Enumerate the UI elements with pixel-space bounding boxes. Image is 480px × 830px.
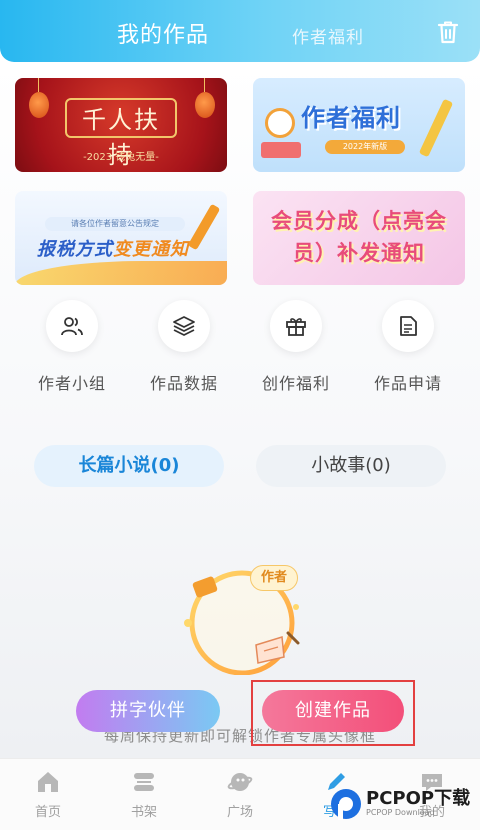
quick-work-application[interactable]: 作品申请 (368, 300, 448, 393)
nav-bookshelf[interactable]: 书架 (96, 759, 192, 830)
lantern-string (204, 78, 205, 92)
banner-title: 会员分成（点亮会 员）补发通知 (253, 205, 465, 269)
quick-creation-welfare[interactable]: 创作福利 (256, 300, 336, 393)
icon-circle (270, 300, 322, 352)
segment-short-story[interactable]: 小故事(0) (256, 445, 446, 487)
document-icon (400, 316, 417, 336)
nav-label: 首页 (34, 805, 61, 820)
lantern-string (38, 78, 39, 92)
author-badge: 作者 (250, 565, 298, 591)
pencil-icon (418, 98, 454, 158)
nav-label: 书架 (130, 805, 157, 820)
lantern-icon (29, 92, 49, 118)
nav-home[interactable]: 首页 (0, 759, 96, 830)
books-icon (261, 142, 301, 158)
banner-caption: 请各位作者留意公告规定 (45, 217, 185, 231)
quick-label: 创作福利 (261, 374, 330, 393)
banner-title-main: 报税方式 (37, 239, 113, 260)
planet-icon (227, 773, 253, 791)
tab-my-works[interactable]: 我的作品 (117, 17, 209, 49)
layers-icon (173, 316, 195, 336)
watermark-logo (331, 789, 361, 820)
lantern-icon (195, 92, 215, 118)
nav-label: 广场 (226, 805, 253, 820)
icon-circle (382, 300, 434, 352)
pen-icon (187, 203, 221, 251)
home-icon (38, 772, 58, 792)
icon-circle (46, 300, 98, 352)
banner-subtitle: -2023 钱兔无量- (83, 152, 159, 163)
highlight-box (251, 680, 415, 746)
banner-author-welfare[interactable]: 作者福利 2022年新版 (253, 78, 465, 172)
quick-work-data[interactable]: 作品数据 (144, 300, 224, 393)
tab-author-welfare[interactable]: 作者福利 (292, 23, 364, 48)
quick-label: 作品申请 (373, 374, 442, 393)
bookshelf-icon (134, 773, 154, 791)
watermark: PCPOP下载 PCPOP Download (330, 784, 478, 828)
banner-tag: 2022年新版 (325, 140, 405, 154)
banner-title-line1: 会员分成（点亮会 (271, 209, 447, 233)
segment-long-novel[interactable]: 长篇小说(0) (34, 445, 224, 487)
banner-title-line2: 员）补发通知 (293, 241, 425, 265)
trash-icon[interactable] (437, 20, 459, 44)
nav-plaza[interactable]: 广场 (192, 759, 288, 830)
quick-label: 作品数据 (149, 374, 218, 393)
writing-partner-button[interactable]: 拼字伙伴 (76, 690, 220, 732)
icon-circle (158, 300, 210, 352)
gift-icon (286, 318, 306, 336)
banner-title: 报税方式变更通知 (37, 235, 189, 261)
users-icon (61, 317, 83, 336)
decorative-swoosh (15, 261, 227, 285)
clock-icon (265, 108, 295, 138)
quick-label: 作者小组 (37, 374, 106, 393)
banner-member-share-notice[interactable]: 会员分成（点亮会 员）补发通知 (253, 191, 465, 285)
banner-title: 作者福利 (301, 104, 401, 132)
banner-title-accent: 变更通知 (113, 239, 189, 260)
watermark-subtext: PCPOP Download (366, 808, 435, 817)
banner-tax-notice[interactable]: 请各位作者留意公告规定 报税方式变更通知 (15, 191, 227, 285)
watermark-text: PCPOP下载 (366, 788, 471, 809)
top-header: 我的作品 作者福利 (0, 0, 480, 62)
quick-author-group[interactable]: 作者小组 (32, 300, 112, 393)
banner-support-program[interactable]: 千人扶持 -2023 钱兔无量- (15, 78, 227, 172)
